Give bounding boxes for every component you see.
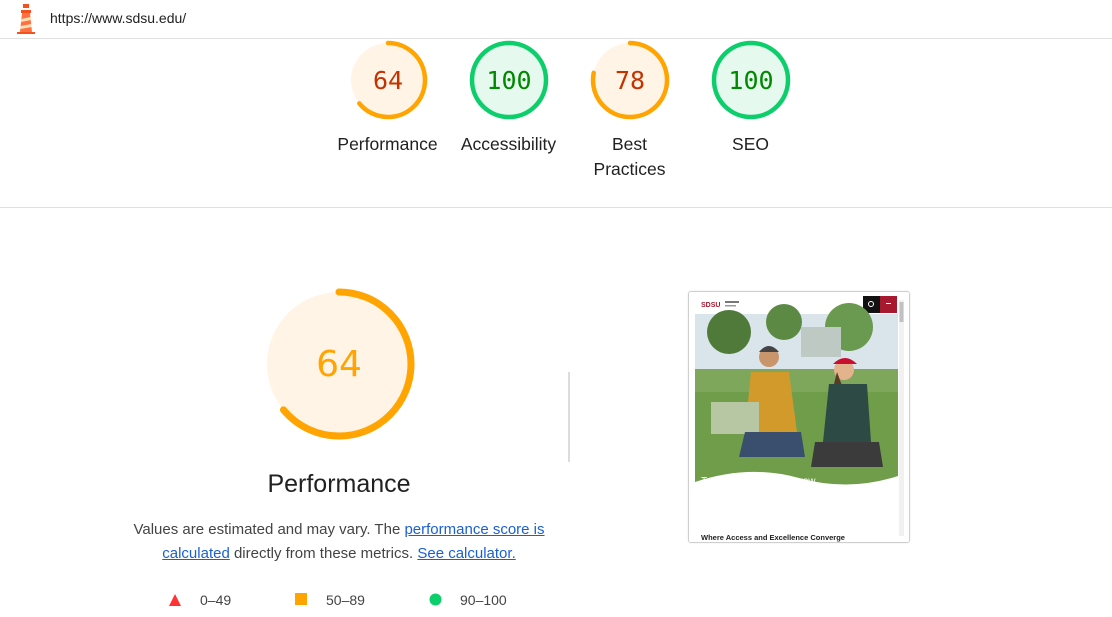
gauge-accessibility-label: Accessibility [460, 134, 557, 154]
gauge-performance[interactable]: 64 Performance [327, 39, 448, 157]
gauge-best-practices-ring: 78 [590, 40, 669, 120]
gauge-accessibility[interactable]: 100 Accessibility [448, 39, 569, 157]
gauge-seo-score: 100 [728, 66, 773, 95]
legend-pass-label: 90–100 [460, 592, 507, 608]
circle-icon [429, 593, 442, 606]
gauge-best-practices-score: 78 [614, 66, 644, 95]
lighthouse-icon [17, 4, 35, 34]
square-icon [295, 593, 307, 605]
gauge-performance-ring: 64 [348, 40, 427, 120]
gauge-performance-label: Performance [337, 134, 438, 154]
gauge-accessibility-score: 100 [486, 66, 531, 95]
performance-title: Performance [267, 470, 411, 498]
score-summary: 64 Performance 100 Accessibility 78 Best… [0, 39, 1112, 208]
page-url[interactable]: https://www.sdsu.edu/ [50, 10, 186, 26]
performance-gauge-large: 64 [263, 288, 415, 440]
legend-fail-label: 0–49 [200, 592, 232, 608]
gauge-best-practices[interactable]: 78 Best Practices [569, 39, 690, 182]
gauge-seo[interactable]: 100 SEO [690, 39, 811, 157]
gauge-seo-ring: 100 [711, 40, 790, 120]
page-screenshot-image: SDSU Transform Your Tomorrow Where Acces… [689, 292, 909, 542]
performance-description: Values are estimated and may vary. The p… [130, 518, 548, 566]
legend-average-label: 50–89 [326, 592, 365, 608]
section-divider [568, 372, 570, 462]
desc-prefix: Values are estimated and may vary. The [133, 521, 405, 538]
see-calculator-link[interactable]: See calculator. [417, 545, 515, 562]
triangle-icon [169, 594, 181, 606]
screenshot-headline: Where Access and Excellence Converge [701, 533, 845, 542]
performance-score-large: 64 [316, 344, 362, 385]
report-topbar: https://www.sdsu.edu/ [0, 0, 1112, 39]
gauge-accessibility-ring: 100 [469, 40, 548, 120]
screenshot-hero-text: Transform Your Tomorrow [701, 476, 816, 487]
gauge-best-practices-label: Best Practices [593, 134, 666, 179]
gauge-seo-label: SEO [732, 134, 769, 154]
screenshot-logo: SDSU [701, 302, 720, 309]
desc-middle: directly from these metrics. [229, 545, 418, 562]
final-screenshot[interactable]: SDSU Transform Your Tomorrow Where Acces… [688, 291, 910, 543]
gauge-performance-score: 64 [372, 66, 402, 95]
